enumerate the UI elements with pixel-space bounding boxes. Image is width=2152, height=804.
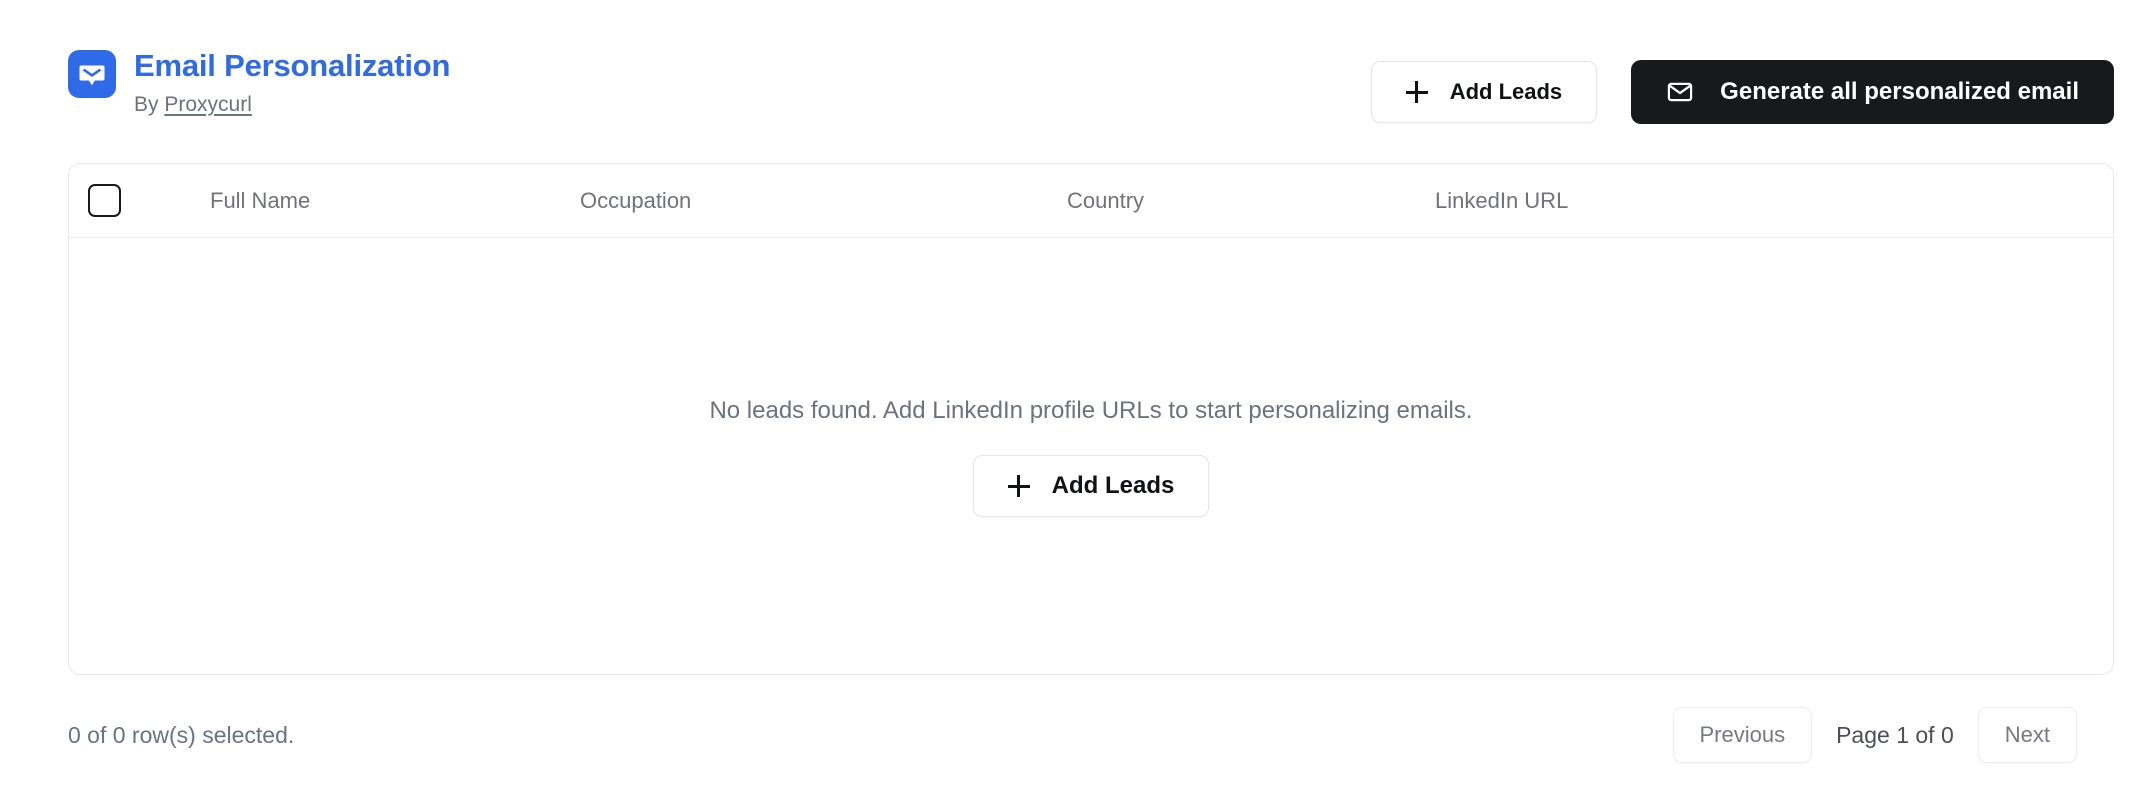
table-footer: 0 of 0 row(s) selected. Previous Page 1 … xyxy=(68,700,2114,770)
plus-icon xyxy=(1405,81,1428,103)
add-leads-button[interactable]: Add Leads xyxy=(1370,61,1598,123)
empty-state-add-leads-label: Add Leads xyxy=(1051,472,1175,499)
column-header-country[interactable]: Country xyxy=(1067,186,1435,216)
empty-state-message: No leads found. Add LinkedIn profile URL… xyxy=(709,397,1473,424)
mail-icon xyxy=(1666,78,1694,106)
next-page-button[interactable]: Next xyxy=(1977,707,2077,763)
pagination: Previous Page 1 of 0 Next xyxy=(1672,707,2077,763)
brand-text: Email Personalization By Proxycurl xyxy=(134,38,450,120)
rows-selected-status: 0 of 0 row(s) selected. xyxy=(68,722,295,748)
page-indicator: Page 1 of 0 xyxy=(1836,722,1954,748)
select-all-checkbox[interactable] xyxy=(88,184,121,217)
email-personalization-page: Email Personalization By Proxycurl Add L… xyxy=(0,0,2152,804)
generate-button-label: Generate all personalized email xyxy=(1720,78,2079,105)
empty-state-add-leads-button[interactable]: Add Leads xyxy=(972,455,1210,517)
page-title: Email Personalization xyxy=(134,48,451,83)
select-all-cell xyxy=(88,184,210,217)
brand: Email Personalization By Proxycurl xyxy=(68,38,450,120)
column-header-full-name[interactable]: Full Name xyxy=(210,186,580,216)
table-header-row: Full Name Occupation Country LinkedIn UR… xyxy=(69,164,2113,238)
byline-prefix: By xyxy=(134,93,159,116)
column-header-linkedin-url[interactable]: LinkedIn URL xyxy=(1435,186,2113,216)
column-header-occupation[interactable]: Occupation xyxy=(580,186,1067,216)
byline: By Proxycurl xyxy=(134,90,450,120)
leads-table-card: Full Name Occupation Country LinkedIn UR… xyxy=(68,163,2114,675)
generate-all-personalized-email-button[interactable]: Generate all personalized email xyxy=(1631,60,2114,124)
byline-link-proxycurl[interactable]: Proxycurl xyxy=(164,93,252,116)
previous-page-button[interactable]: Previous xyxy=(1672,707,1813,763)
table-body-empty-state: No leads found. Add LinkedIn profile URL… xyxy=(69,238,2113,674)
app-header: Email Personalization By Proxycurl Add L… xyxy=(68,38,2114,124)
plus-icon xyxy=(1007,475,1030,497)
header-actions: Add Leads Generate all personalized emai… xyxy=(1370,60,2114,124)
add-leads-button-label: Add Leads xyxy=(1449,79,1563,104)
email-open-envelope-icon xyxy=(68,50,116,98)
